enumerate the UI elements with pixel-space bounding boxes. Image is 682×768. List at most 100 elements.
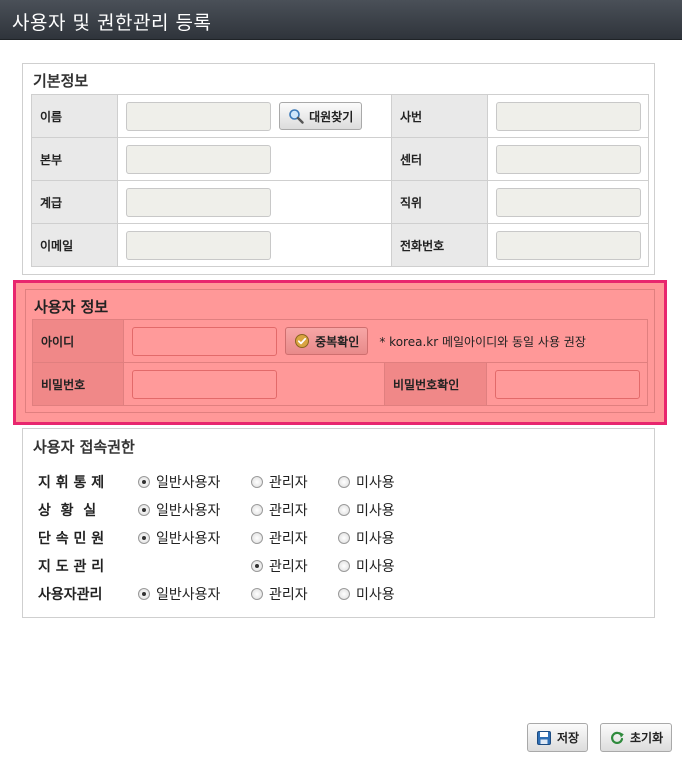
position-input[interactable] bbox=[496, 187, 641, 217]
access-row-name: 단 속 민 원 bbox=[38, 531, 105, 547]
radio-unused[interactable]: 미사용 bbox=[338, 500, 395, 520]
refresh-icon bbox=[609, 730, 625, 746]
radio-label: 미사용 bbox=[356, 503, 395, 519]
radio-button-icon[interactable] bbox=[251, 476, 263, 488]
radio-label: 일반사용자 bbox=[156, 587, 221, 603]
employee-number-input[interactable] bbox=[496, 101, 641, 131]
access-rights-title: 사용자 접속권한 bbox=[33, 438, 135, 456]
user-info-highlight: 사용자 정보 아이디 중복확인 * korea.kr 메일아이디와 동일 사용 … bbox=[13, 280, 667, 425]
radio-general[interactable]: 일반사용자 bbox=[138, 584, 220, 604]
radio-button-icon[interactable] bbox=[338, 476, 350, 488]
radio-button-icon[interactable] bbox=[138, 476, 150, 488]
duplicate-check-label: 중복확인 bbox=[315, 334, 360, 349]
center-label: 센터 bbox=[391, 137, 488, 181]
radio-button-icon[interactable] bbox=[338, 532, 350, 544]
radio-button-icon[interactable] bbox=[251, 504, 263, 516]
search-member-button[interactable]: 대원찾기 bbox=[279, 102, 363, 130]
access-row: 단 속 민 원 bbox=[38, 528, 134, 548]
radio-button-icon[interactable] bbox=[338, 588, 350, 600]
table-row: 본부 센터 bbox=[31, 137, 649, 181]
radio-label: 일반사용자 bbox=[156, 531, 221, 547]
phone-input[interactable] bbox=[496, 230, 641, 260]
radio-unused[interactable]: 미사용 bbox=[338, 528, 395, 548]
radio-unused[interactable]: 미사용 bbox=[338, 472, 395, 492]
radio-general[interactable]: 일반사용자 bbox=[138, 500, 220, 520]
user-info-title: 사용자 정보 bbox=[34, 298, 109, 316]
access-row-name: 지 도 관 리 bbox=[38, 559, 105, 575]
search-member-label: 대원찾기 bbox=[309, 109, 354, 124]
radio-button-icon[interactable] bbox=[138, 532, 150, 544]
radio-button-icon[interactable] bbox=[251, 532, 263, 544]
table-row: 이메일 전화번호 bbox=[31, 223, 649, 267]
window-titlebar: 사용자 및 권한관리 등록 bbox=[0, 0, 682, 40]
basic-info-table: 이름 대원찾기 사번 본부 센터 계급 직위 이메일 전화번호 bbox=[31, 94, 649, 267]
table-row: 비밀번호 비밀번호확인 bbox=[32, 362, 648, 406]
radio-label: 관리자 bbox=[269, 475, 308, 491]
radio-label: 일반사용자 bbox=[156, 503, 221, 519]
radio-label: 미사용 bbox=[356, 475, 395, 491]
radio-label: 관리자 bbox=[269, 531, 308, 547]
rank-label: 계급 bbox=[31, 180, 118, 224]
window-title: 사용자 및 권한관리 등록 bbox=[12, 12, 212, 34]
basic-info-panel: 기본정보 이름 대원찾기 사번 본부 센터 계급 직위 이메일 전화번호 bbox=[22, 63, 655, 275]
password-label: 비밀번호 bbox=[32, 362, 124, 406]
user-id-input[interactable] bbox=[132, 326, 277, 356]
radio-admin[interactable]: 관리자 bbox=[251, 528, 308, 548]
rank-input[interactable] bbox=[126, 187, 271, 217]
user-info-table: 아이디 중복확인 * korea.kr 메일아이디와 동일 사용 권장 비밀번호… bbox=[32, 319, 648, 406]
radio-label: 관리자 bbox=[269, 503, 308, 519]
access-row: 상 황 실 bbox=[38, 500, 134, 520]
reset-label: 초기화 bbox=[630, 731, 664, 745]
check-circle-icon bbox=[294, 333, 310, 349]
radio-unused[interactable]: 미사용 bbox=[338, 556, 395, 576]
center-input[interactable] bbox=[496, 144, 641, 174]
radio-general[interactable]: 일반사용자 bbox=[138, 472, 220, 492]
position-label: 직위 bbox=[391, 180, 488, 224]
password-confirm-input[interactable] bbox=[495, 369, 640, 399]
password-input[interactable] bbox=[132, 369, 277, 399]
duplicate-check-button[interactable]: 중복확인 bbox=[285, 327, 369, 355]
floppy-disk-icon bbox=[536, 730, 552, 746]
basic-info-title: 기본정보 bbox=[33, 72, 89, 90]
radio-label: 미사용 bbox=[356, 531, 395, 547]
radio-label: 관리자 bbox=[269, 587, 308, 603]
id-recommend-note: * korea.kr 메일아이디와 동일 사용 권장 bbox=[379, 334, 586, 349]
save-button[interactable]: 저장 bbox=[527, 723, 589, 752]
radio-admin[interactable]: 관리자 bbox=[251, 584, 308, 604]
radio-unused[interactable]: 미사용 bbox=[338, 584, 395, 604]
save-label: 저장 bbox=[557, 731, 580, 745]
radio-admin[interactable]: 관리자 bbox=[251, 472, 308, 492]
headquarters-input[interactable] bbox=[126, 144, 271, 174]
phone-label: 전화번호 bbox=[391, 223, 488, 267]
radio-button-icon[interactable] bbox=[251, 588, 263, 600]
radio-admin[interactable]: 관리자 bbox=[251, 556, 308, 576]
radio-admin[interactable]: 관리자 bbox=[251, 500, 308, 520]
radio-label: 미사용 bbox=[356, 559, 395, 575]
name-input[interactable] bbox=[126, 101, 271, 131]
radio-label: 일반사용자 bbox=[156, 475, 221, 491]
email-input[interactable] bbox=[126, 230, 271, 260]
radio-button-icon[interactable] bbox=[138, 504, 150, 516]
access-row: 지 휘 통 제 bbox=[38, 472, 134, 492]
access-row: 지 도 관 리 bbox=[38, 556, 134, 576]
employee-number-label: 사번 bbox=[391, 94, 488, 138]
email-label: 이메일 bbox=[31, 223, 118, 267]
password-confirm-label: 비밀번호확인 bbox=[384, 362, 487, 406]
radio-general[interactable]: 일반사용자 bbox=[138, 528, 220, 548]
magnifier-icon bbox=[288, 108, 304, 124]
user-id-label: 아이디 bbox=[32, 319, 124, 363]
table-row: 아이디 중복확인 * korea.kr 메일아이디와 동일 사용 권장 bbox=[32, 319, 648, 363]
radio-label: 미사용 bbox=[356, 587, 395, 603]
access-row-name: 지 휘 통 제 bbox=[38, 475, 105, 491]
radio-button-icon[interactable] bbox=[338, 560, 350, 572]
table-row: 이름 대원찾기 사번 bbox=[31, 94, 649, 138]
radio-button-icon[interactable] bbox=[338, 504, 350, 516]
radio-button-icon[interactable] bbox=[251, 560, 263, 572]
reset-button[interactable]: 초기화 bbox=[600, 723, 673, 752]
headquarters-label: 본부 bbox=[31, 137, 118, 181]
radio-label: 관리자 bbox=[269, 559, 308, 575]
table-row: 계급 직위 bbox=[31, 180, 649, 224]
radio-button-icon[interactable] bbox=[138, 588, 150, 600]
access-row-name: 사용자관리 bbox=[38, 587, 103, 603]
access-row-name: 상 황 실 bbox=[38, 503, 97, 519]
